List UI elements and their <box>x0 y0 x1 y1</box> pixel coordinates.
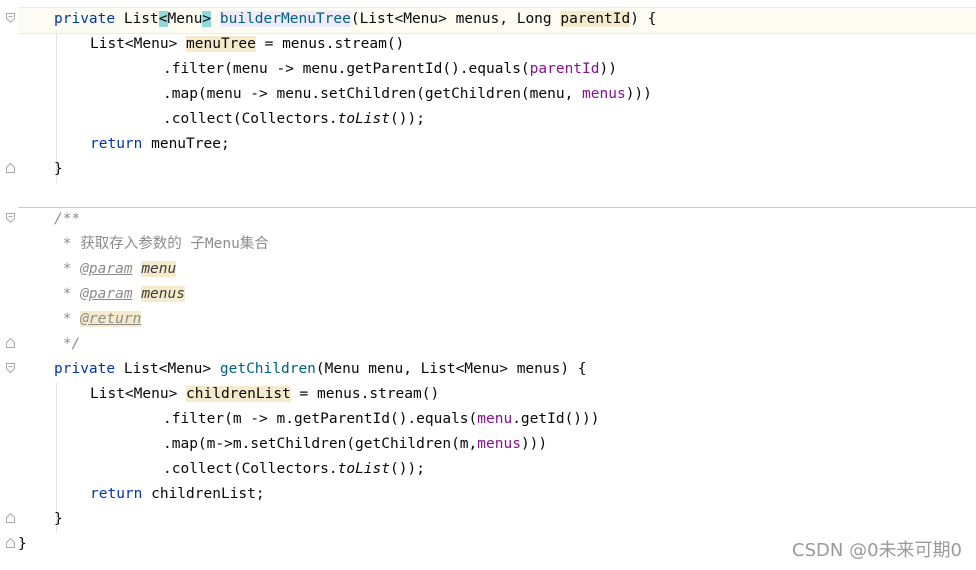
expression: .map(menu -> menu.setChildren(getChildre… <box>163 86 583 102</box>
parameter-name[interactable]: parentId <box>560 11 631 27</box>
code-line: List<Menu> childrenList = menus.stream() <box>90 382 439 407</box>
variable-name[interactable]: menuTree <box>186 36 256 52</box>
code-line: * @param menus <box>54 282 185 307</box>
method-name[interactable]: builderMenuTree <box>219 11 351 27</box>
static-method[interactable]: toList <box>338 111 390 127</box>
code-line: private List<Menu> getChildren(Menu menu… <box>54 357 587 382</box>
keyword-private: private <box>54 361 116 377</box>
doc-param-name[interactable]: menus <box>141 286 185 302</box>
expression: .filter(m -> m.getParentId().equals( <box>163 411 478 427</box>
expression: childrenList; <box>142 486 265 502</box>
code-line: * 获取存入参数的 子Menu集合 <box>54 232 269 257</box>
expression: .map(m->m.setChildren(getChildren(m, <box>163 436 478 452</box>
code-line: /** <box>54 207 80 232</box>
code-line: return menuTree; <box>90 132 230 157</box>
closing-brace: } <box>54 161 63 177</box>
doc-comment: /** <box>54 211 81 227</box>
type-name: List<Menu> <box>90 36 187 52</box>
doc-comment: */ <box>54 336 81 352</box>
parameter-list: List<Menu> menus, Long <box>359 11 561 27</box>
keyword-return: return <box>90 486 143 502</box>
expression: menuTree; <box>142 136 230 152</box>
expression: .collect(Collectors. <box>163 461 338 477</box>
parameter-ref[interactable]: menus <box>477 436 521 452</box>
parameter-ref[interactable]: parentId <box>530 61 600 77</box>
static-method[interactable]: toList <box>338 461 390 477</box>
doc-tag: @param <box>80 261 133 277</box>
code-line: .filter(menu -> menu.getParentId().equal… <box>163 57 617 82</box>
keyword-private: private <box>54 11 116 27</box>
method-separator <box>18 207 976 208</box>
bracket-match: > <box>202 11 212 27</box>
code-line: */ <box>54 332 80 357</box>
expression: ))) <box>520 436 548 452</box>
watermark: CSDN @0未来可期0 <box>792 540 962 561</box>
code-line: .map(m->m.setChildren(getChildren(m,menu… <box>163 432 547 457</box>
code-line: * @return <box>54 307 142 332</box>
expression: .getId())) <box>512 411 600 427</box>
expression: .collect(Collectors. <box>163 111 338 127</box>
type-name: List <box>115 11 159 27</box>
type-name: List<Menu> <box>115 361 220 377</box>
doc-comment: * <box>54 261 81 277</box>
bracket-match: < <box>158 11 168 27</box>
paren: ) { <box>630 11 657 27</box>
code-line: .collect(Collectors.toList()); <box>163 457 425 482</box>
doc-comment: * <box>54 311 81 327</box>
code-line: } <box>18 532 27 557</box>
code-line: } <box>54 507 63 532</box>
expression: ))) <box>625 86 652 102</box>
paren: ( <box>350 11 360 27</box>
doc-tag: @param <box>80 286 133 302</box>
code-line: .collect(Collectors.toList()); <box>163 107 425 132</box>
method-name[interactable]: getChildren <box>220 361 316 377</box>
closing-brace: } <box>18 536 27 552</box>
parameter-list: (Menu menu, List<Menu> menus) { <box>315 361 587 377</box>
doc-param-name[interactable]: menu <box>141 261 177 277</box>
type-name: Menu <box>167 11 203 27</box>
code-line: } <box>54 157 63 182</box>
code-line: * @param menu <box>54 257 177 282</box>
code-line: return childrenList; <box>90 482 265 507</box>
expression: ()); <box>390 461 425 477</box>
expression: = menus.stream() <box>290 386 440 402</box>
doc-tag: @return <box>80 311 142 327</box>
doc-comment: * <box>54 286 81 302</box>
expression: = menus.stream() <box>255 36 405 52</box>
expression: .filter(menu -> menu.getParentId().equal… <box>163 61 530 77</box>
code-line: List<Menu> menuTree = menus.stream() <box>90 32 404 57</box>
parameter-ref[interactable]: menu <box>477 411 512 427</box>
code-line: .map(menu -> menu.setChildren(getChildre… <box>163 82 652 107</box>
code-editor[interactable]: private List<Menu> builderMenuTree(List<… <box>0 0 976 570</box>
expression: )) <box>599 61 617 77</box>
expression: ()); <box>390 111 425 127</box>
code-line: .filter(m -> m.getParentId().equals(menu… <box>163 407 600 432</box>
code-line: private List<Menu> builderMenuTree(List<… <box>54 7 656 32</box>
doc-comment: * 获取存入参数的 子Menu集合 <box>54 236 269 252</box>
closing-brace: } <box>54 511 63 527</box>
type-name: List<Menu> <box>90 386 187 402</box>
keyword-return: return <box>90 136 143 152</box>
parameter-ref[interactable]: menus <box>582 86 626 102</box>
variable-name[interactable]: childrenList <box>186 386 291 402</box>
